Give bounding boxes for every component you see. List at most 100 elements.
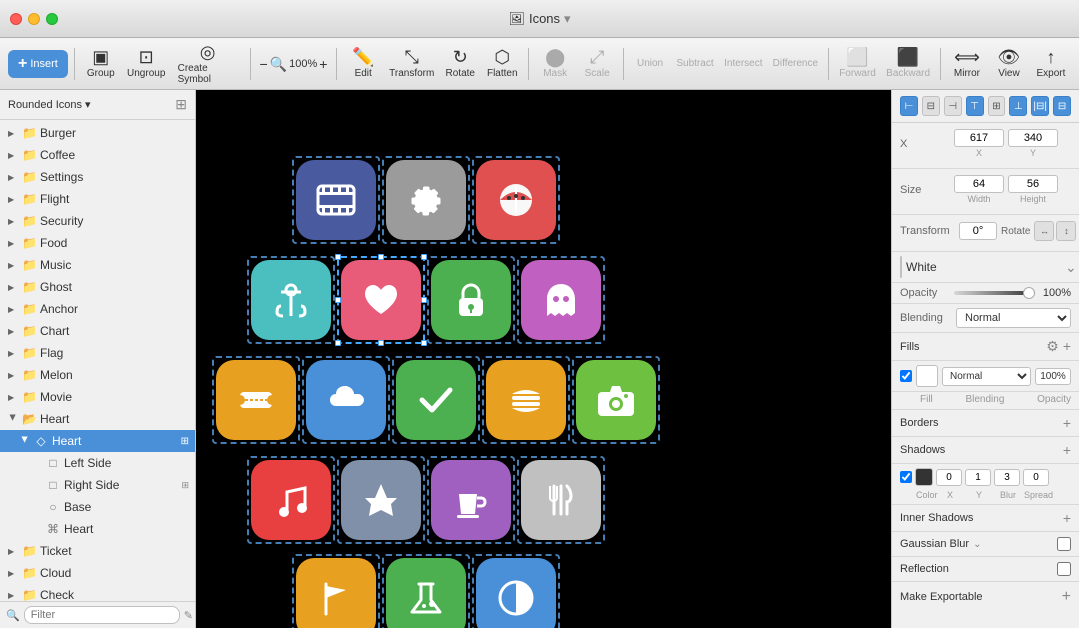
close-button[interactable] bbox=[10, 13, 22, 25]
maximize-button[interactable] bbox=[46, 13, 58, 25]
sidebar-item-movie[interactable]: ▶ 📁 Movie bbox=[0, 386, 195, 408]
melon-icon-wrapper[interactable] bbox=[476, 160, 556, 240]
sidebar-item-melon[interactable]: ▶ 📁 Melon bbox=[0, 364, 195, 386]
align-bottom-button[interactable]: ⊥ bbox=[1009, 96, 1027, 116]
sidebar-item-flight[interactable]: ▶ 📁 Flight bbox=[0, 188, 195, 210]
ghost-icon-wrapper[interactable] bbox=[521, 260, 601, 340]
sidebar-add-icon[interactable]: ⊞ bbox=[175, 96, 187, 113]
shadow-spread-input[interactable] bbox=[1023, 469, 1049, 486]
utensils-icon-wrapper[interactable] bbox=[521, 460, 601, 540]
cloud-icon-wrapper[interactable] bbox=[306, 360, 386, 440]
sidebar-dropdown[interactable]: Rounded Icons ▾ bbox=[8, 98, 91, 111]
group-button[interactable]: ▣ Group bbox=[81, 44, 121, 83]
canvas-area[interactable] bbox=[196, 90, 891, 628]
size-h-input[interactable] bbox=[1008, 175, 1058, 193]
minimize-button[interactable] bbox=[28, 13, 40, 25]
handle-ml[interactable] bbox=[335, 297, 341, 303]
fill-opacity-input[interactable] bbox=[1035, 368, 1071, 385]
align-right-button[interactable]: ⊣ bbox=[944, 96, 962, 116]
view-button[interactable]: 👁 View bbox=[989, 44, 1029, 83]
food-icon-wrapper[interactable] bbox=[486, 360, 566, 440]
flip-h-button[interactable]: ↔ bbox=[1034, 221, 1054, 241]
gaussian-blur-checkbox[interactable] bbox=[1057, 537, 1071, 551]
fill-checkbox[interactable] bbox=[900, 370, 912, 382]
sidebar-item-coffee[interactable]: ▶ 📁 Coffee bbox=[0, 144, 195, 166]
sidebar-item-chart[interactable]: ▶ 📁 Chart bbox=[0, 320, 195, 342]
position-x-input[interactable] bbox=[954, 129, 1004, 147]
camera-icon-wrapper[interactable] bbox=[576, 360, 656, 440]
align-hcenter-button[interactable]: ⊟ bbox=[922, 96, 940, 116]
borders-add-icon[interactable]: + bbox=[1063, 415, 1071, 431]
search-input[interactable] bbox=[24, 606, 180, 624]
handle-br[interactable] bbox=[421, 340, 427, 346]
flask-icon-wrapper[interactable] bbox=[386, 558, 466, 628]
flag-icon-wrapper[interactable] bbox=[296, 558, 376, 628]
color-swatch[interactable] bbox=[900, 256, 902, 278]
shadow-checkbox[interactable] bbox=[900, 471, 912, 483]
ungroup-button[interactable]: ⊡ Ungroup bbox=[123, 44, 170, 83]
mask-button[interactable]: ⬤ Mask bbox=[535, 44, 575, 83]
handle-bl[interactable] bbox=[335, 340, 341, 346]
fill-blend-select[interactable]: Normal bbox=[942, 367, 1031, 386]
sidebar-item-base[interactable]: ▶ ○ Base bbox=[0, 496, 195, 518]
shadow-color-swatch[interactable] bbox=[915, 468, 933, 486]
sidebar-item-cloud[interactable]: ▶ 📁 Cloud bbox=[0, 562, 195, 584]
sidebar-item-settings[interactable]: ▶ 📁 Settings bbox=[0, 166, 195, 188]
sidebar-item-heart-shape[interactable]: ▶ ⌘ Heart bbox=[0, 518, 195, 540]
fill-swatch[interactable] bbox=[916, 365, 938, 387]
sidebar-item-flag[interactable]: ▶ 📁 Flag bbox=[0, 342, 195, 364]
make-exportable-add-icon[interactable]: + bbox=[1062, 588, 1071, 606]
position-y-input[interactable] bbox=[1008, 129, 1058, 147]
flip-v-button[interactable]: ↕ bbox=[1056, 221, 1076, 241]
coffee-icon-wrapper[interactable] bbox=[431, 460, 511, 540]
rotate-button[interactable]: ↻ Rotate bbox=[440, 44, 480, 83]
fills-add-icon[interactable]: + bbox=[1063, 338, 1071, 355]
sidebar-item-security[interactable]: ▶ 📁 Security bbox=[0, 210, 195, 232]
transform-button[interactable]: ⤡ Transform bbox=[385, 44, 438, 83]
make-exportable-row[interactable]: Make Exportable + bbox=[892, 582, 1079, 612]
sidebar-item-right-side[interactable]: ▶ □ Right Side ⊞ bbox=[0, 474, 195, 496]
sidebar-item-burger[interactable]: ▶ 📁 Burger bbox=[0, 122, 195, 144]
color-name-input[interactable] bbox=[906, 260, 1061, 274]
dist-h-button[interactable]: |⊟| bbox=[1031, 96, 1049, 116]
reflection-checkbox[interactable] bbox=[1057, 562, 1071, 576]
opacity-slider-thumb[interactable] bbox=[1023, 287, 1035, 299]
edit-icon[interactable]: ✎ bbox=[184, 609, 193, 622]
dist-v-button[interactable]: ⊟ bbox=[1053, 96, 1071, 116]
sidebar-item-ghost[interactable]: ▶ 📁 Ghost bbox=[0, 276, 195, 298]
ticket-icon-wrapper[interactable] bbox=[216, 360, 296, 440]
shadow-blur-input[interactable] bbox=[994, 469, 1020, 486]
shadow-y-input[interactable] bbox=[965, 469, 991, 486]
handle-tc[interactable] bbox=[378, 254, 384, 260]
create-symbol-button[interactable]: ◎ Create Symbol bbox=[172, 39, 244, 89]
handle-tl[interactable] bbox=[335, 254, 341, 260]
sidebar-item-ticket[interactable]: ▶ 📁 Ticket bbox=[0, 540, 195, 562]
color-chevron-icon[interactable]: ⌄ bbox=[1065, 259, 1077, 276]
check-icon-wrapper[interactable] bbox=[396, 360, 476, 440]
subtract-button[interactable]: Subtract bbox=[672, 54, 718, 73]
fills-settings-icon[interactable]: ⚙ bbox=[1046, 338, 1059, 355]
shadows-add-icon[interactable]: + bbox=[1063, 442, 1071, 458]
handle-bc[interactable] bbox=[378, 340, 384, 346]
align-left-button[interactable]: ⊢ bbox=[900, 96, 918, 116]
align-vcenter-button[interactable]: ⊞ bbox=[988, 96, 1006, 116]
flatten-button[interactable]: ⬡ Flatten bbox=[482, 44, 522, 83]
scale-button[interactable]: ⤢ Scale bbox=[577, 44, 617, 83]
anchor-icon-wrapper[interactable] bbox=[251, 260, 331, 340]
chart-icon-wrapper[interactable] bbox=[476, 558, 556, 628]
sidebar-item-check[interactable]: ▶ 📁 Check bbox=[0, 584, 195, 601]
sidebar-item-heart-folder[interactable]: ▶ 📂 Heart bbox=[0, 408, 195, 430]
size-w-input[interactable] bbox=[954, 175, 1004, 193]
zoom-control[interactable]: − 🔍 100% + bbox=[257, 52, 331, 76]
sidebar-item-left-side[interactable]: ▶ □ Left Side bbox=[0, 452, 195, 474]
insert-button[interactable]: + Insert bbox=[8, 50, 68, 78]
inner-shadows-add-icon[interactable]: + bbox=[1063, 510, 1071, 526]
sidebar-item-anchor[interactable]: ▶ 📁 Anchor bbox=[0, 298, 195, 320]
align-top-button[interactable]: ⊤ bbox=[966, 96, 984, 116]
rotate-input[interactable] bbox=[959, 222, 997, 240]
mirror-button[interactable]: ⟺ Mirror bbox=[947, 44, 987, 83]
music-icon-wrapper[interactable] bbox=[251, 460, 331, 540]
union-button[interactable]: Union bbox=[630, 54, 670, 73]
movie-icon-wrapper[interactable] bbox=[296, 160, 376, 240]
difference-button[interactable]: Difference bbox=[769, 54, 822, 73]
